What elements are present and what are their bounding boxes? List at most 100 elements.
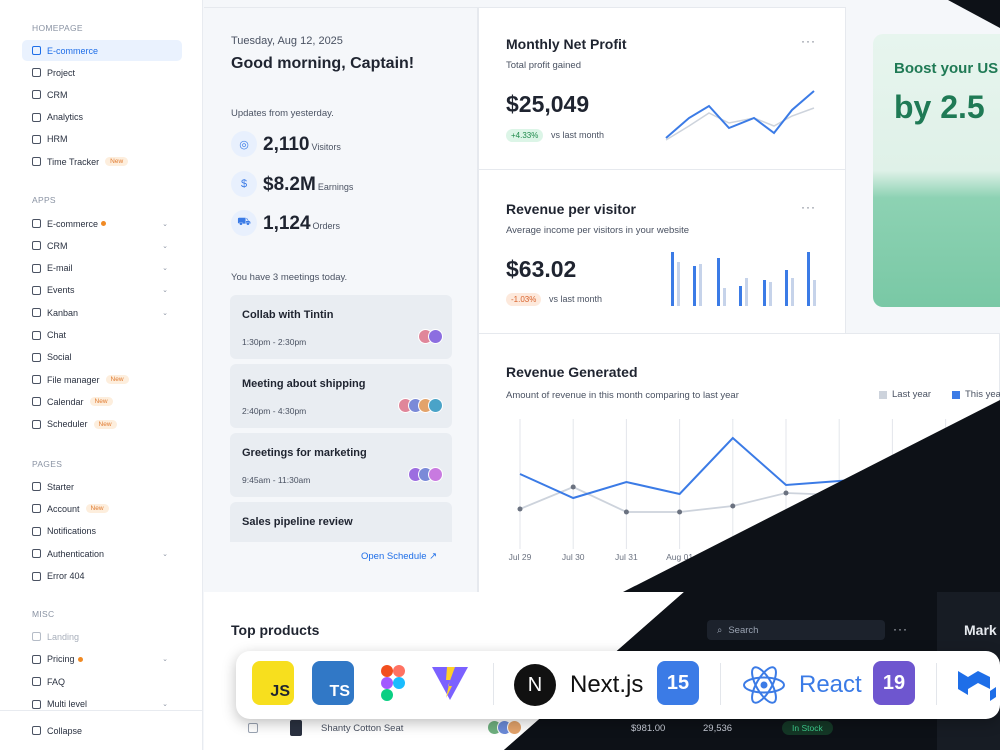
table-row[interactable]: Shanty Cotton Seat $981.00 29,536 In Sto… — [204, 716, 1000, 742]
sidebar-item-project[interactable]: Project — [22, 62, 182, 83]
more-icon[interactable]: ··· — [893, 622, 908, 636]
sidebar-item-events[interactable]: Events ⌄ — [22, 280, 182, 301]
chevron-down-icon: ⌄ — [162, 309, 168, 317]
market-title: Mark — [964, 622, 997, 638]
sidebar-item-label: Calendar — [47, 396, 84, 407]
new-badge: New — [105, 375, 129, 385]
new-badge: New — [89, 397, 113, 407]
sidebar-item-notifications[interactable]: Notifications — [22, 521, 182, 542]
sidebar-item-account[interactable]: Account New — [22, 498, 182, 519]
section-homepage: HOMEPAGE — [32, 23, 83, 33]
product-search-input[interactable]: ⌕ Search — [707, 620, 885, 640]
notification-dot — [77, 656, 83, 662]
chart-icon — [32, 112, 41, 122]
visitor-bars — [671, 252, 816, 306]
sidebar-item-scheduler[interactable]: Scheduler New — [22, 414, 182, 435]
collapse-label: Collapse — [47, 725, 83, 736]
external-link-icon: ↗ — [429, 551, 438, 562]
card-subtitle: Amount of revenue in this month comparin… — [506, 390, 739, 401]
chevron-down-icon: ⌄ — [162, 242, 168, 250]
card-title: Revenue per visitor — [506, 201, 636, 217]
chevron-down-icon: ⌄ — [162, 265, 168, 273]
row-checkbox[interactable] — [248, 723, 258, 733]
notification-dot — [101, 221, 107, 226]
chevron-down-icon: ⌄ — [162, 550, 168, 558]
kanban-icon — [32, 308, 41, 318]
sidebar-item-authentication[interactable]: Authentication ⌄ — [22, 543, 182, 564]
sidebar-item-faq[interactable]: FAQ — [22, 671, 182, 692]
revenue-visitor-card: Revenue per visitor Average income per v… — [478, 169, 846, 334]
card-subtitle: Total profit gained — [506, 60, 581, 71]
clipboard-icon — [32, 68, 41, 78]
warning-icon — [32, 571, 41, 581]
sidebar-item-starter[interactable]: Starter — [22, 476, 182, 497]
product-avatars — [487, 720, 522, 735]
delta-note: vs last month — [549, 294, 603, 304]
sidebar-item-e-commerce[interactable]: E-commerce ⌄ — [22, 213, 182, 234]
orders-stat: 1,124 Orders — [263, 213, 341, 234]
promo-panel: Boost your US by 2.5 — [846, 7, 1000, 334]
sidebar-item-label: E-commerce — [47, 45, 99, 56]
data-point — [836, 492, 842, 498]
sidebar-item-hrm[interactable]: HRM — [22, 129, 182, 150]
chevron-down-icon: ⌄ — [162, 701, 168, 708]
sidebar-item-pricing[interactable]: Pricing ⌄ — [22, 649, 182, 670]
search-icon: ⌕ — [717, 624, 723, 636]
sidebar-item-e-mail[interactable]: E-mail ⌄ — [22, 258, 182, 279]
sidebar-item-file-manager[interactable]: File manager New — [22, 369, 182, 390]
revenue-chart: Jul 29 Jul 30 Jul 31 Aug 01 Aug 02 Aug 03 Aug … — [509, 419, 1000, 562]
figma-icon — [381, 665, 405, 701]
net-profit-card: Monthly Net Profit Total profit gained ·… — [478, 7, 846, 170]
sidebar-item-label: Account — [47, 503, 80, 514]
typescript-logo: TS — [312, 661, 354, 705]
sidebar-item-label: Chat — [47, 330, 67, 340]
sidebar-item-time-tracker[interactable]: Time Tracker New — [22, 151, 182, 172]
top-products-title: Top products — [231, 622, 320, 638]
sidebar-item-crm[interactable]: CRM ⌄ — [22, 235, 182, 256]
meeting-card[interactable]: Greetings for marketing 9:45am - 11:30am — [230, 433, 452, 497]
sidebar-item-label: Landing — [47, 631, 80, 642]
data-point — [517, 506, 523, 512]
sidebar-item-calendar[interactable]: Calendar New — [22, 391, 182, 412]
sidebar-item-label: Notifications — [47, 526, 97, 537]
tech-stack-strip: JS TS N Next.js 15 React 19 — [236, 651, 1000, 719]
social-icon — [32, 352, 41, 362]
schedule-icon — [32, 419, 41, 429]
sidebar-item-label: Multi level — [47, 699, 88, 709]
sidebar-item-social[interactable]: Social — [22, 347, 182, 368]
data-point — [943, 487, 949, 493]
promo-line1: Boost your US — [894, 60, 999, 77]
new-badge: New — [85, 504, 109, 514]
revenue-visitor-value: $63.02 — [506, 256, 577, 282]
product-qty: 29,536 — [703, 723, 733, 734]
folder-icon — [32, 375, 41, 385]
open-schedule-link[interactable]: Open Schedule ↗ — [361, 551, 437, 562]
sidebar-item-label: Time Tracker — [47, 156, 100, 167]
updates-label: Updates from yesterday. — [231, 108, 334, 119]
sidebar-item-error-404[interactable]: Error 404 — [22, 566, 182, 587]
meeting-card[interactable]: Sales pipeline review — [230, 502, 452, 542]
users-icon — [32, 134, 41, 144]
orders-icon: ⛟ — [231, 210, 257, 236]
legend-last-year: Last year — [879, 389, 931, 400]
x-tick-label: Aug 01 — [666, 552, 693, 562]
new-badge: New — [93, 419, 117, 429]
nextjs-label: Next.js — [570, 671, 644, 698]
sidebar-item-analytics[interactable]: Analytics — [22, 107, 182, 128]
sidebar-item-label: HRM — [47, 134, 68, 145]
more-icon[interactable]: ··· — [801, 34, 816, 48]
visitors-icon: ◎ — [231, 131, 257, 157]
sidebar-item-landing[interactable]: Landing — [22, 626, 182, 647]
sidebar-item-chat[interactable]: Chat — [22, 325, 182, 346]
sidebar-item-e-commerce[interactable]: E-commerce — [22, 40, 182, 61]
sidebar-item-label: E-mail — [47, 263, 73, 274]
sidebar-item-label: Authentication — [47, 548, 105, 559]
sidebar-item-kanban[interactable]: Kanban ⌄ — [22, 302, 182, 323]
sidebar-item-crm[interactable]: CRM — [22, 84, 182, 105]
meeting-card[interactable]: Meeting about shipping 2:40pm - 4:30pm — [230, 364, 452, 428]
nextjs-icon: N — [514, 664, 556, 706]
collapse-button[interactable]: Collapse — [0, 710, 203, 750]
more-icon[interactable]: ··· — [801, 200, 816, 214]
meeting-card[interactable]: Collab with Tintin 1:30pm - 2:30pm — [230, 295, 452, 359]
date-text: Tuesday, Aug 12, 2025 — [231, 35, 343, 47]
